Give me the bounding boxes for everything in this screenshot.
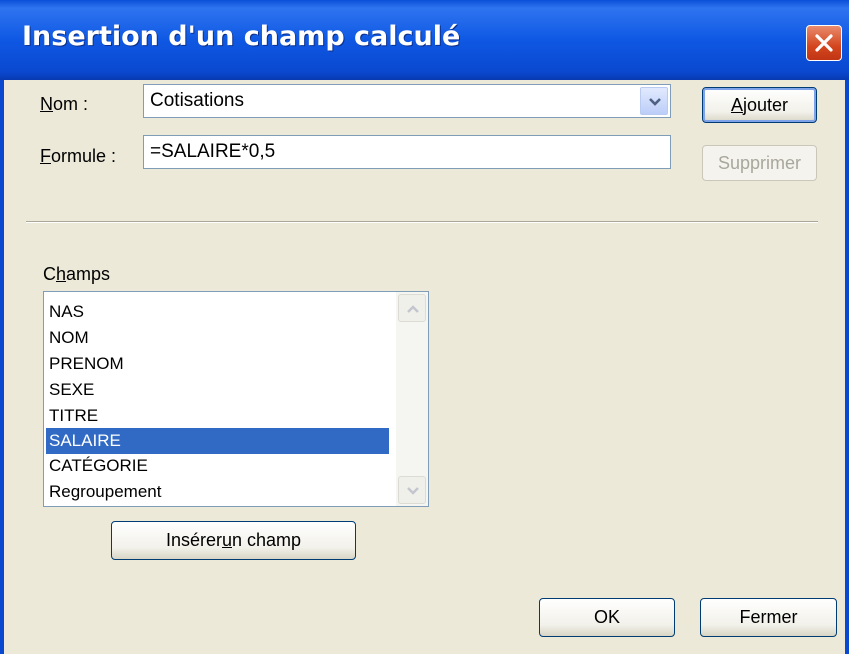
ok-label: OK [593, 607, 620, 627]
ajouter-label: jouter [742, 95, 789, 115]
list-item-prenom[interactable]: PRENOM [46, 351, 389, 377]
dialog-window: Insertion d'un champ calculé Nom : Cotis… [0, 0, 849, 654]
nom-label: Nom : [40, 94, 88, 115]
ajouter-accel: A [730, 95, 743, 115]
close-button[interactable] [806, 25, 842, 61]
list-item-regroupement[interactable]: Regroupement [46, 479, 389, 505]
ok-button[interactable]: OK [539, 598, 675, 637]
formule-label-rest: ormule : [51, 146, 117, 166]
scroll-down-button[interactable] [398, 476, 426, 504]
list-item-categorie[interactable]: CATÉGORIE [46, 453, 389, 479]
list-item-titre[interactable]: TITRE [46, 403, 389, 429]
separator [26, 221, 818, 223]
title-bar[interactable]: Insertion d'un champ calculé [0, 0, 849, 80]
window-title: Insertion d'un champ calculé [22, 21, 461, 52]
inserer-label-accel: u [221, 530, 232, 550]
fermer-label: Fermer [739, 607, 798, 627]
scroll-up-icon [407, 305, 419, 313]
window-frame-left [0, 80, 4, 654]
fermer-button[interactable]: Fermer [700, 598, 837, 637]
scroll-down-icon [407, 487, 419, 495]
list-item-nom[interactable]: NOM [46, 325, 389, 351]
inserer-label-pre: Insérer [165, 530, 222, 550]
supprimer-button[interactable]: Supprimer [702, 145, 817, 181]
window-frame-right [845, 80, 849, 654]
formule-field[interactable]: =SALAIRE*0,5 [143, 135, 671, 169]
list-item-salaire[interactable]: SALAIRE [46, 428, 389, 454]
champs-label: Champs [43, 264, 110, 285]
nom-label-accel: N [40, 94, 53, 114]
inserer-label-post: n champ [232, 530, 302, 550]
supprimer-label: Supprimer [717, 153, 802, 173]
champs-label-accel: h [56, 264, 67, 284]
nom-value: Cotisations [150, 90, 244, 111]
list-scrollbar[interactable] [396, 292, 428, 506]
scroll-up-button[interactable] [398, 294, 426, 322]
list-item-sexe[interactable]: SEXE [46, 377, 389, 403]
formule-value: =SALAIRE*0,5 [150, 141, 276, 162]
ajouter-button[interactable]: Ajouter [702, 87, 817, 123]
formule-label-accel: F [40, 146, 51, 166]
champs-label-post: amps [66, 264, 111, 284]
close-icon [815, 34, 833, 52]
list-item-nas[interactable]: NAS [46, 299, 389, 325]
nom-dropdown-button[interactable] [640, 87, 668, 115]
champs-label-pre: C [43, 264, 56, 284]
nom-label-rest: om : [53, 94, 89, 114]
formule-label: Formule : [40, 146, 116, 167]
champs-listbox[interactable]: NAS NOM PRENOM SEXE TITRE SALAIRE CATÉGO… [43, 291, 429, 507]
chevron-down-icon [649, 98, 661, 106]
nom-combobox[interactable]: Cotisations [143, 84, 671, 118]
inserer-champ-button[interactable]: Insérer un champ [111, 521, 356, 560]
